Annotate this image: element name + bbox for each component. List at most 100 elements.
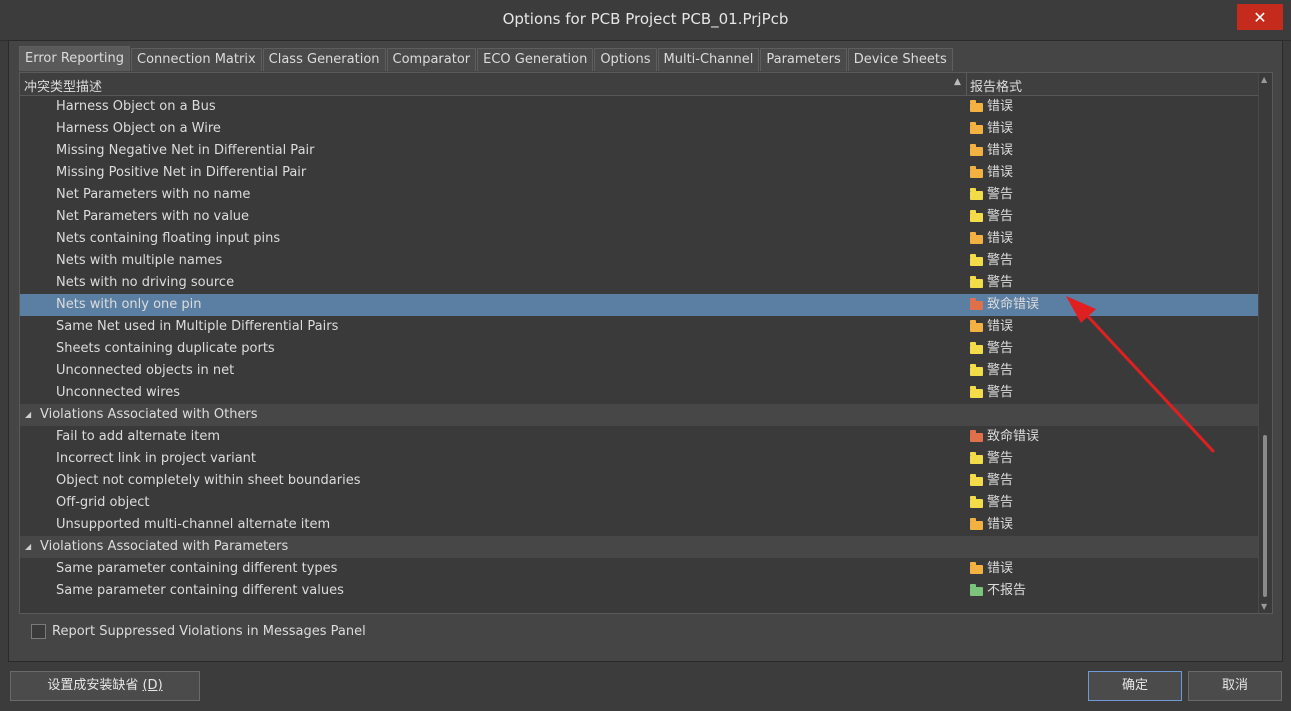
table-row[interactable]: Nets with multiple names 警告 <box>20 250 1258 272</box>
cancel-button[interactable]: 取消 <box>1188 671 1282 701</box>
vertical-scrollbar[interactable]: ▲ ▼ <box>1258 73 1272 613</box>
violation-name: Off-grid object <box>56 495 150 510</box>
report-mode-label: 错误 <box>987 121 1014 136</box>
folder-icon <box>970 144 983 156</box>
tab-strip: Error Reporting Connection Matrix Class Ge… <box>19 46 954 72</box>
tab-device-sheets[interactable]: Device Sheets <box>847 48 953 71</box>
report-mode-label: 不报告 <box>987 583 1027 598</box>
violation-name: Incorrect link in project variant <box>56 451 257 466</box>
report-mode-label: 警告 <box>987 473 1014 488</box>
scroll-down-icon[interactable]: ▼ <box>1261 602 1267 611</box>
table-row[interactable]: Object not completely within sheet bound… <box>20 470 1258 492</box>
violation-name: Net Parameters with no name <box>56 187 251 202</box>
table-row[interactable]: Nets with no driving source 警告 <box>20 272 1258 294</box>
violation-name: Unsupported multi-channel alternate item <box>56 517 331 532</box>
report-mode-label: 警告 <box>987 495 1014 510</box>
group-label: Violations Associated with Parameters <box>40 539 289 554</box>
report-mode-label: 警告 <box>987 363 1014 378</box>
folder-icon <box>970 364 983 376</box>
folder-icon <box>970 386 983 398</box>
report-suppressed-label: Report Suppressed Violations in Messages… <box>52 624 366 639</box>
table-row[interactable]: Same parameter containing different type… <box>20 558 1258 580</box>
report-suppressed-option[interactable]: Report Suppressed Violations in Messages… <box>31 624 366 639</box>
table-row[interactable]: Same parameter containing different valu… <box>20 580 1258 602</box>
ok-button[interactable]: 确定 <box>1088 671 1182 701</box>
folder-icon <box>970 518 983 530</box>
table-row[interactable]: Sheets containing duplicate ports 警告 <box>20 338 1258 360</box>
set-install-defaults-button[interactable]: 设置成安装缺省 (D) <box>10 671 200 701</box>
report-mode-label: 错误 <box>987 165 1014 180</box>
folder-icon <box>970 210 983 222</box>
set-install-defaults-shortcut: (D) <box>142 678 163 693</box>
report-mode-label: 警告 <box>987 187 1014 202</box>
tab-connection-matrix[interactable]: Connection Matrix <box>131 48 262 71</box>
report-mode-label: 错误 <box>987 231 1014 246</box>
tab-options[interactable]: Options <box>594 48 657 71</box>
group-row[interactable]: ◢ Violations Associated with Others <box>20 404 1258 426</box>
folder-icon <box>970 188 983 200</box>
report-mode-label: 错误 <box>987 561 1014 576</box>
set-install-defaults-label: 设置成安装缺省 <box>47 678 143 693</box>
tab-comparator[interactable]: Comparator <box>386 48 477 71</box>
table-row[interactable]: Net Parameters with no value 警告 <box>20 206 1258 228</box>
report-mode-label: 错误 <box>987 517 1014 532</box>
violation-name: Same parameter containing different type… <box>56 561 338 576</box>
folder-icon <box>970 100 983 112</box>
column-header-description[interactable]: 冲突类型描述 <box>24 76 102 95</box>
folder-icon <box>970 276 983 288</box>
table-row[interactable]: Net Parameters with no name 警告 <box>20 184 1258 206</box>
folder-icon <box>970 166 983 178</box>
violation-name: Nets with only one pin <box>56 297 202 312</box>
violation-name: Same Net used in Multiple Differential P… <box>56 319 339 334</box>
table-row[interactable]: Incorrect link in project variant 警告 <box>20 448 1258 470</box>
folder-icon <box>970 430 983 442</box>
tab-parameters[interactable]: Parameters <box>760 48 847 71</box>
folder-icon <box>970 474 983 486</box>
table-row[interactable]: Same Net used in Multiple Differential P… <box>20 316 1258 338</box>
close-button[interactable]: ✕ <box>1237 4 1283 30</box>
report-mode-label: 警告 <box>987 451 1014 466</box>
table-row[interactable]: Harness Object on a Bus 错误 <box>20 96 1258 118</box>
tab-multi-channel[interactable]: Multi-Channel <box>657 48 760 71</box>
table-row[interactable]: Unsupported multi-channel alternate item… <box>20 514 1258 536</box>
violation-name: Sheets containing duplicate ports <box>56 341 275 356</box>
report-suppressed-checkbox[interactable] <box>31 624 46 639</box>
report-mode-label: 警告 <box>987 341 1014 356</box>
table-row[interactable]: Unconnected objects in net 警告 <box>20 360 1258 382</box>
table-row[interactable]: Harness Object on a Wire 错误 <box>20 118 1258 140</box>
table-row[interactable]: Nets containing floating input pins 错误 <box>20 228 1258 250</box>
table-row[interactable]: Missing Negative Net in Differential Pai… <box>20 140 1258 162</box>
tab-eco-generation[interactable]: ECO Generation <box>477 48 594 71</box>
folder-icon <box>970 342 983 354</box>
close-icon: ✕ <box>1253 7 1267 27</box>
violation-name: Nets containing floating input pins <box>56 231 281 246</box>
violation-name: Unconnected objects in net <box>56 363 235 378</box>
scrollbar-thumb[interactable] <box>1263 435 1267 597</box>
violation-name: Object not completely within sheet bound… <box>56 473 361 488</box>
collapse-icon[interactable]: ◢ <box>25 404 31 426</box>
report-mode-label: 错误 <box>987 99 1014 114</box>
scroll-up-icon[interactable]: ▲ <box>1261 75 1267 84</box>
folder-icon <box>970 122 983 134</box>
violation-name: Same parameter containing different valu… <box>56 583 344 598</box>
report-mode-label: 警告 <box>987 253 1014 268</box>
tab-error-reporting[interactable]: Error Reporting <box>19 46 131 71</box>
table-row-selected[interactable]: Nets with only one pin 致命错误 <box>20 294 1258 316</box>
column-divider[interactable] <box>966 73 967 95</box>
folder-icon <box>970 298 983 310</box>
table-header: 冲突类型描述 ▲ 报告格式 <box>20 73 1258 96</box>
table-row[interactable]: Unconnected wires 警告 <box>20 382 1258 404</box>
group-row[interactable]: ◢ Violations Associated with Parameters <box>20 536 1258 558</box>
table-row[interactable]: Fail to add alternate item 致命错误 <box>20 426 1258 448</box>
column-header-report[interactable]: 报告格式 <box>970 76 1022 95</box>
collapse-icon[interactable]: ◢ <box>25 536 31 558</box>
sort-ascending-icon: ▲ <box>954 77 961 87</box>
violation-name: Nets with no driving source <box>56 275 235 290</box>
report-mode-label: 错误 <box>987 143 1014 158</box>
table-row[interactable]: Off-grid object 警告 <box>20 492 1258 514</box>
report-mode-label: 警告 <box>987 385 1014 400</box>
violation-list: Harness Object on a Bus 错误 Harness Object … <box>20 96 1258 602</box>
folder-icon <box>970 452 983 464</box>
table-row[interactable]: Missing Positive Net in Differential Pai… <box>20 162 1258 184</box>
tab-class-generation[interactable]: Class Generation <box>262 48 386 71</box>
